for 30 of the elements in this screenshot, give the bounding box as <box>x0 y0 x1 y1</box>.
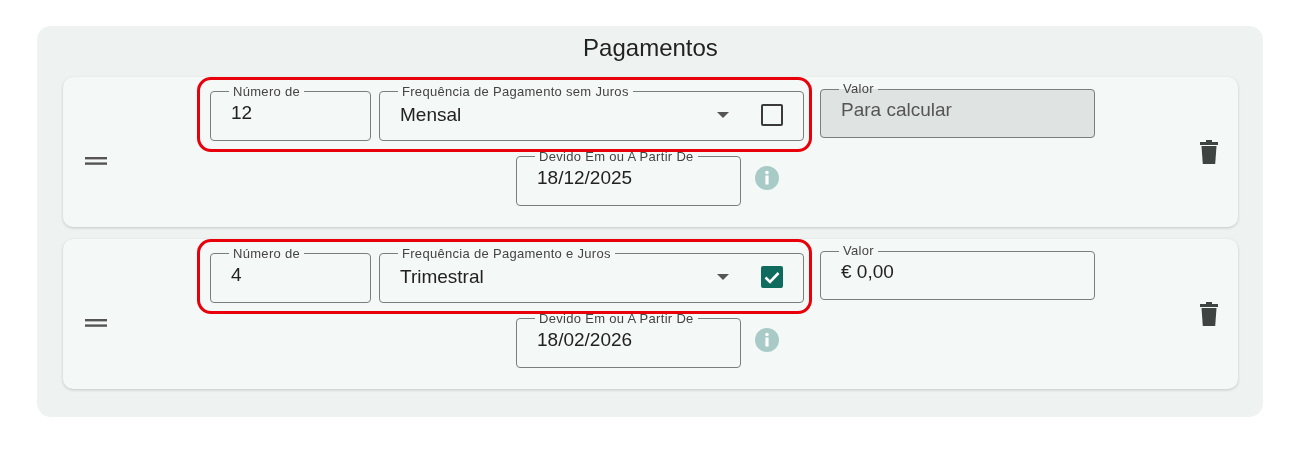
field-label: Número de <box>232 246 301 261</box>
section-title: Pagamentos <box>582 34 719 63</box>
date-field[interactable]: Devido Em ou A Partir De 18/02/2026 <box>516 311 741 368</box>
caret-icon <box>717 112 729 119</box>
value-field[interactable]: Valor € 0,00 <box>820 244 1095 301</box>
drag-handle-icon[interactable] <box>85 156 107 165</box>
field-label: Devido Em ou A Partir De <box>538 311 695 326</box>
caret-icon <box>717 274 729 281</box>
field-value: 4 <box>231 262 242 287</box>
field-label: Número de <box>232 84 301 99</box>
number-field[interactable]: Número de 4 <box>210 246 371 303</box>
field-label: Devido Em ou A Partir De <box>538 149 695 164</box>
field-label: Frequência de Pagamento e Juros <box>401 246 612 261</box>
field-value: 18/12/2025 <box>537 165 633 190</box>
field-value: Para calcular <box>841 98 952 123</box>
frequency-select[interactable]: Frequência de Pagamento sem Juros Mensal <box>379 84 804 141</box>
drag-handle-icon[interactable] <box>85 318 107 327</box>
field-value: 12 <box>231 100 253 125</box>
delete-icon[interactable] <box>1200 139 1218 164</box>
delete-icon[interactable] <box>1200 301 1218 326</box>
date-field[interactable]: Devido Em ou A Partir De 18/12/2025 <box>516 149 741 206</box>
interest-checkbox[interactable] <box>761 104 783 127</box>
field-value: € 0,00 <box>841 260 894 285</box>
number-field[interactable]: Número de 12 <box>210 84 371 141</box>
field-value: 18/02/2026 <box>537 327 633 352</box>
field-label: Frequência de Pagamento sem Juros <box>401 84 630 99</box>
field-label: Valor <box>842 82 875 97</box>
interest-checkbox[interactable] <box>761 266 783 289</box>
frequency-select[interactable]: Frequência de Pagamento e Juros Trimestral <box>379 246 804 303</box>
field-label: Valor <box>842 244 875 259</box>
